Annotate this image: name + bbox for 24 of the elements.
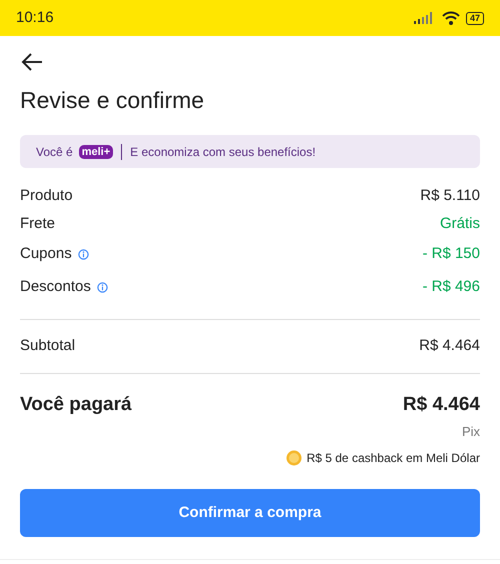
line-value: - R$ 496 (422, 277, 480, 298)
line-value: R$ 5.110 (420, 186, 480, 206)
meli-plus-badge: meli+ (78, 144, 114, 158)
payment-method: Pix (462, 422, 480, 440)
line-label: Cupons (20, 244, 72, 264)
subtotal-value: R$ 4.464 (419, 336, 480, 356)
line-label: Frete (20, 214, 56, 234)
banner-message: E economiza com seus benefícios! (130, 144, 316, 160)
banner-text: Você é (36, 144, 73, 160)
line-label: Produto (20, 186, 73, 206)
back-button[interactable] (20, 52, 44, 72)
line-value: Grátis (440, 214, 480, 234)
line-label: Descontos (20, 277, 91, 298)
line-value: - R$ 150 (422, 244, 480, 264)
total-label: Você pagará (20, 393, 132, 417)
wifi-icon (442, 11, 460, 25)
page-title: Revise e confirme (20, 86, 206, 114)
total-value: R$ 4.464 (402, 393, 480, 417)
battery-icon: 47 (466, 12, 484, 24)
confirm-button[interactable]: Confirmar a compra (20, 489, 480, 537)
status-time: 10:16 (16, 8, 54, 28)
coin-icon (286, 450, 302, 466)
subtotal-label: Subtotal (20, 336, 76, 356)
cashback-text: R$ 5 de cashback em Meli Dólar (306, 450, 480, 467)
